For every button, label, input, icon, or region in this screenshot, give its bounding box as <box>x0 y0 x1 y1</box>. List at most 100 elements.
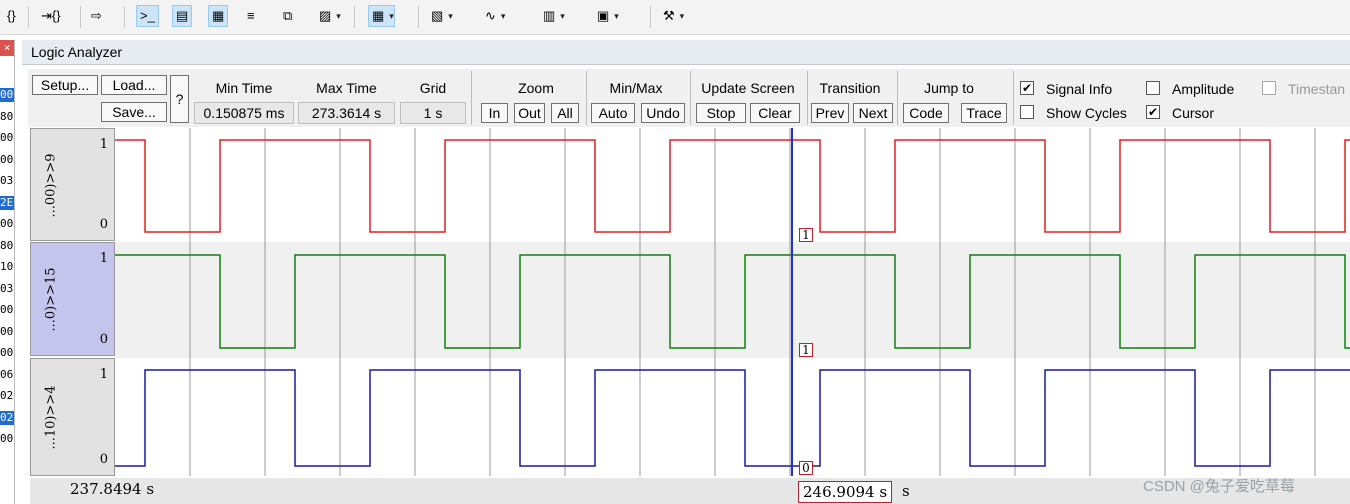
signal-high-label: 1 <box>99 137 108 152</box>
chevron-down-icon[interactable]: ▾ <box>680 11 685 22</box>
memory-row[interactable]: 00 <box>0 153 14 167</box>
analysis-window-button[interactable]: ∿ ▾ <box>482 5 505 27</box>
memory-row[interactable]: 80 <box>0 110 14 124</box>
system-viewer-button[interactable]: ▣ ▾ <box>594 5 619 27</box>
toolbar-separator <box>354 6 355 28</box>
memory-row[interactable]: 06 <box>0 368 14 382</box>
memory-row[interactable]: 00 <box>0 432 14 446</box>
transition-label: Transition <box>819 80 881 96</box>
amplitude-label: Amplitude <box>1172 81 1235 97</box>
command-window-button[interactable]: >_ <box>136 5 159 27</box>
amplitude-checkbox[interactable] <box>1146 81 1160 95</box>
disassembly-window-button[interactable]: ▤ <box>172 5 193 27</box>
next-transition-button[interactable]: Next <box>853 103 893 123</box>
auto-button[interactable]: Auto <box>591 103 635 123</box>
help-button[interactable]: ? <box>170 75 189 123</box>
undo-button[interactable]: Undo <box>641 103 685 123</box>
max-time-label: Max Time <box>316 80 377 96</box>
registers-window-button[interactable]: ≡ <box>244 5 258 27</box>
zoom-all-button[interactable]: All <box>551 103 579 123</box>
watermark: CSDN @兔子爱吃草莓 <box>1143 478 1295 495</box>
show-cycles-label: Show Cycles <box>1046 105 1127 121</box>
symbols-window-button[interactable]: ▦ <box>208 5 229 27</box>
cursor-time: 246.9094 s <box>798 481 893 503</box>
setup-button[interactable]: Setup... <box>32 75 98 95</box>
chevron-down-icon[interactable]: ▾ <box>560 11 565 22</box>
memory-row[interactable]: 00 <box>0 303 14 317</box>
memory-row[interactable]: 10 <box>0 260 14 274</box>
clear-button[interactable]: Clear <box>750 103 800 123</box>
toolbar-separator <box>80 6 81 28</box>
waveform-area[interactable] <box>115 128 1350 476</box>
trace-window-button[interactable]: ▥ ▾ <box>540 5 565 27</box>
disassembly-window-icon: ▤ <box>176 8 189 23</box>
cursor-time-unit: s <box>902 482 910 500</box>
jump-trace-button[interactable]: Trace <box>961 103 1007 123</box>
call-stack-window-icon: ⧉ <box>283 8 293 23</box>
stop-button[interactable]: Stop <box>696 103 746 123</box>
separator <box>690 71 691 125</box>
memory-row[interactable]: 02 <box>0 389 14 403</box>
trace-window-icon: ▥ <box>543 8 556 23</box>
signal-low-label: 0 <box>99 217 108 232</box>
cursor-value-marker: 1 <box>799 343 813 357</box>
chevron-down-icon[interactable]: ▾ <box>336 11 341 22</box>
signal-label[interactable]: ...00)>>9 1 0 <box>30 128 115 241</box>
command-window-icon: >_ <box>140 8 155 23</box>
grid-value: 1 s <box>400 102 466 124</box>
load-button[interactable]: Load... <box>101 75 167 95</box>
memory-row[interactable]: 00 <box>0 346 14 360</box>
window-titlebar: Logic Analyzer <box>22 40 1350 65</box>
show-cycles-checkbox[interactable] <box>1020 105 1034 119</box>
tools-button[interactable]: ⚒ ▾ <box>660 5 684 27</box>
braces-open-button[interactable]: {} <box>4 5 19 27</box>
watch-window-button[interactable]: ▨ ▾ <box>316 5 341 27</box>
signal-name: ...10)>>4 <box>43 385 59 450</box>
memory-row[interactable]: 03 <box>0 174 14 188</box>
braces-step-button[interactable]: ⇥{} <box>38 5 64 27</box>
prev-transition-button[interactable]: Prev <box>811 103 849 123</box>
chevron-down-icon[interactable]: ▾ <box>501 11 506 22</box>
toolbar-separator <box>418 6 419 28</box>
timestamp-checkbox[interactable] <box>1262 81 1276 95</box>
signal-label[interactable]: ...0)>>15 1 0 <box>30 242 115 356</box>
memory-row[interactable]: 00 <box>0 131 14 145</box>
max-time-value: 273.3614 s <box>298 102 395 124</box>
memory-row[interactable]: 80 <box>0 239 14 253</box>
memory-row[interactable]: 00 <box>0 88 14 102</box>
save-button[interactable]: Save... <box>101 102 167 122</box>
memory-row[interactable]: 02 <box>0 410 14 425</box>
memory-window-icon: ▦ <box>372 8 385 23</box>
chevron-down-icon[interactable]: ▾ <box>614 11 619 22</box>
separator <box>586 71 587 125</box>
serial-window-button[interactable]: ▧ ▾ <box>428 5 453 27</box>
analysis-window-icon: ∿ <box>485 8 496 23</box>
close-icon[interactable]: × <box>0 40 14 56</box>
separator <box>897 71 898 125</box>
min-time-value: 0.150875 ms <box>194 102 294 124</box>
signal-info-checkbox[interactable]: ✔ <box>1020 81 1034 95</box>
zoom-out-button[interactable]: Out <box>514 103 545 123</box>
call-stack-window-button[interactable]: ⧉ <box>280 5 295 27</box>
zoom-label: Zoom <box>518 80 554 96</box>
separator <box>471 71 472 125</box>
control-panel: Setup... Load... Save... ? Min Time 0.15… <box>28 69 1350 127</box>
signal-low-label: 0 <box>99 332 108 347</box>
chevron-down-icon[interactable]: ▾ <box>389 11 394 22</box>
jump-code-button[interactable]: Code <box>903 103 949 123</box>
signal-label[interactable]: ...10)>>4 1 0 <box>30 358 115 476</box>
zoom-in-button[interactable]: In <box>481 103 508 123</box>
braces-step-icon: ⇥{} <box>41 8 61 23</box>
chevron-down-icon[interactable]: ▾ <box>448 11 453 22</box>
signal-name: ...0)>>15 <box>43 267 59 332</box>
serial-window-icon: ▧ <box>431 8 444 23</box>
arrow-right-icon: ⇨ <box>91 8 102 23</box>
arrow-right-button[interactable]: ⇨ <box>88 5 105 27</box>
memory-row[interactable]: 2E <box>0 195 14 210</box>
memory-row[interactable]: 00 <box>0 217 14 231</box>
separator <box>1013 71 1014 125</box>
memory-window-button[interactable]: ▦ ▾ <box>368 5 395 27</box>
cursor-checkbox[interactable]: ✔ <box>1146 105 1160 119</box>
memory-row[interactable]: 00 <box>0 325 14 339</box>
memory-row[interactable]: 03 <box>0 282 14 296</box>
